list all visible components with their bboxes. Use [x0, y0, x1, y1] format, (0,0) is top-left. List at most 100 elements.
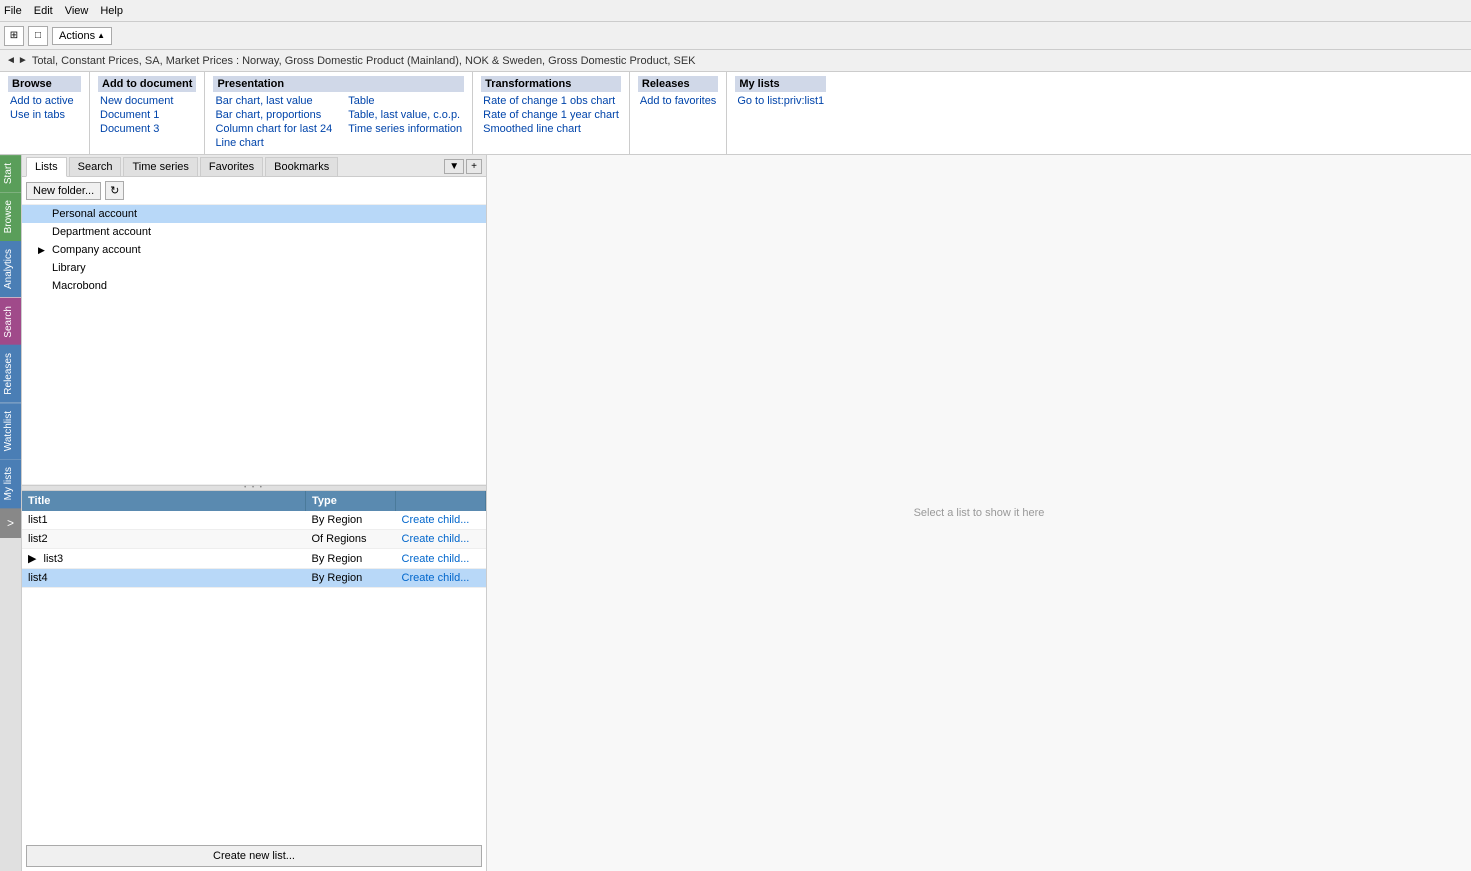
panel-toolbar: New folder... ↻	[22, 177, 486, 205]
toolbar: ⊞ □ Actions ▲	[0, 22, 1471, 50]
row-title-list3: ▶ list3	[22, 549, 306, 569]
table-row[interactable]: list1 By Region Create child...	[22, 511, 486, 530]
new-folder-button[interactable]: New folder...	[26, 182, 101, 200]
side-tabs: Start Browse Analytics Search Releases W…	[0, 155, 22, 871]
row-type-list1: By Region	[306, 511, 396, 530]
list-table: Title Type list1 By Region Create child.…	[22, 491, 486, 588]
releases-title: Releases	[638, 76, 718, 92]
row-type-list4: By Region	[306, 569, 396, 588]
row-title-list2: list2	[22, 530, 306, 549]
add-new-doc[interactable]: New document	[98, 94, 196, 108]
trans-smooth[interactable]: Smoothed line chart	[481, 122, 621, 136]
col-type: Type	[306, 491, 396, 511]
refresh-button[interactable]: ↻	[105, 181, 124, 200]
row-title-list1: list1	[22, 511, 306, 530]
expand-arrow-list3: ▶	[28, 553, 36, 565]
pres-col-24[interactable]: Column chart for last 24	[213, 122, 334, 136]
actions-button[interactable]: Actions ▲	[52, 27, 112, 45]
presentation-section: Presentation Bar chart, last value Bar c…	[205, 72, 473, 154]
tab-controls: ▼ +	[444, 159, 482, 174]
tree-item-company[interactable]: ▶ Company account	[22, 241, 486, 259]
releases-section: Releases Add to favorites	[630, 72, 727, 154]
tab-lists[interactable]: Lists	[26, 157, 67, 177]
row-type-list3: By Region	[306, 549, 396, 569]
presentation-title: Presentation	[213, 76, 464, 92]
tree-item-macrobond[interactable]: Macrobond	[22, 277, 486, 295]
side-tab-expand[interactable]: >	[0, 508, 21, 538]
breadcrumb-forward[interactable]: ►	[18, 55, 28, 66]
table-row[interactable]: ▶ list3 By Region Create child...	[22, 549, 486, 569]
browse-section: Browse Add to active Use in tabs	[0, 72, 90, 154]
pres-bar-prop[interactable]: Bar chart, proportions	[213, 108, 334, 122]
menu-file[interactable]: File	[4, 5, 22, 17]
browse-item-add-active[interactable]: Add to active	[8, 94, 81, 108]
pres-table-last[interactable]: Table, last value, c.o.p.	[346, 108, 464, 122]
row-type-list2: Of Regions	[306, 530, 396, 549]
menu-edit[interactable]: Edit	[34, 5, 53, 17]
tab-bookmarks[interactable]: Bookmarks	[265, 157, 338, 176]
table-row[interactable]: list2 Of Regions Create child...	[22, 530, 486, 549]
trans-roc1yr[interactable]: Rate of change 1 year chart	[481, 108, 621, 122]
breadcrumb-nav: ◄ ►	[6, 55, 28, 66]
side-tab-search[interactable]: Search	[0, 298, 21, 346]
tree-label-library: Library	[52, 262, 86, 274]
add-doc1[interactable]: Document 1	[98, 108, 196, 122]
breadcrumb-back[interactable]: ◄	[6, 55, 16, 66]
row-title-list4: list4	[22, 569, 306, 588]
tree-label-company: Company account	[52, 244, 141, 256]
pres-timeseries[interactable]: Time series information	[346, 122, 464, 136]
tree-item-personal[interactable]: Personal account	[22, 205, 486, 223]
tab-add-btn[interactable]: +	[466, 159, 482, 174]
create-child-list1[interactable]: Create child...	[402, 514, 470, 526]
create-new-list-button[interactable]: Create new list...	[26, 845, 482, 867]
menu-bar: File Edit View Help	[0, 0, 1471, 22]
create-child-list2[interactable]: Create child...	[402, 533, 470, 545]
tree-item-library[interactable]: Library	[22, 259, 486, 277]
content-panel: Lists Search Time series Favorites Bookm…	[22, 155, 487, 871]
browse-bar: Browse Add to active Use in tabs Add to …	[0, 72, 1471, 155]
add-to-doc-title: Add to document	[98, 76, 196, 92]
my-lists-title: My lists	[735, 76, 826, 92]
actions-label: Actions	[59, 30, 95, 42]
panel-tabs: Lists Search Time series Favorites Bookm…	[22, 155, 486, 177]
tree-list: Personal account Department account ▶ Co…	[22, 205, 486, 485]
tab-timeseries[interactable]: Time series	[123, 157, 197, 176]
tab-favorites[interactable]: Favorites	[200, 157, 263, 176]
main-area: Start Browse Analytics Search Releases W…	[0, 155, 1471, 871]
col-action	[396, 491, 486, 511]
create-child-list3[interactable]: Create child...	[402, 553, 470, 565]
tree-label-department: Department account	[52, 226, 151, 238]
side-tab-mylists[interactable]: My lists	[0, 459, 21, 508]
transformations-section: Transformations Rate of change 1 obs cha…	[473, 72, 630, 154]
pres-table[interactable]: Table	[346, 94, 464, 108]
side-tab-watchlist[interactable]: Watchlist	[0, 403, 21, 459]
side-tab-browse[interactable]: Browse	[0, 192, 21, 241]
create-child-list4[interactable]: Create child...	[402, 572, 470, 584]
breadcrumb: ◄ ► Total, Constant Prices, SA, Market P…	[0, 50, 1471, 72]
tab-search[interactable]: Search	[69, 157, 122, 176]
releases-add-fav[interactable]: Add to favorites	[638, 94, 718, 108]
toolbar-icon-1[interactable]: ⊞	[4, 26, 24, 46]
add-to-doc-section: Add to document New document Document 1 …	[90, 72, 205, 154]
pres-line[interactable]: Line chart	[213, 136, 334, 150]
side-tab-analytics[interactable]: Analytics	[0, 241, 21, 297]
side-tab-start[interactable]: Start	[0, 155, 21, 192]
my-lists-goto[interactable]: Go to list:priv:list1	[735, 94, 826, 108]
actions-arrow: ▲	[97, 31, 105, 40]
trans-roc1obs[interactable]: Rate of change 1 obs chart	[481, 94, 621, 108]
menu-help[interactable]: Help	[100, 5, 123, 17]
tab-dropdown-btn[interactable]: ▼	[444, 159, 464, 174]
list-table-area: Title Type list1 By Region Create child.…	[22, 491, 486, 841]
right-panel: Select a list to show it here	[487, 155, 1471, 871]
tree-label-macrobond: Macrobond	[52, 280, 107, 292]
table-row[interactable]: list4 By Region Create child...	[22, 569, 486, 588]
tree-item-department[interactable]: Department account	[22, 223, 486, 241]
transformations-title: Transformations	[481, 76, 621, 92]
breadcrumb-text: Total, Constant Prices, SA, Market Price…	[32, 55, 696, 67]
add-doc3[interactable]: Document 3	[98, 122, 196, 136]
pres-bar-last[interactable]: Bar chart, last value	[213, 94, 334, 108]
toolbar-icon-2[interactable]: □	[28, 26, 48, 46]
side-tab-releases[interactable]: Releases	[0, 345, 21, 403]
browse-item-use-tabs[interactable]: Use in tabs	[8, 108, 81, 122]
menu-view[interactable]: View	[65, 5, 89, 17]
